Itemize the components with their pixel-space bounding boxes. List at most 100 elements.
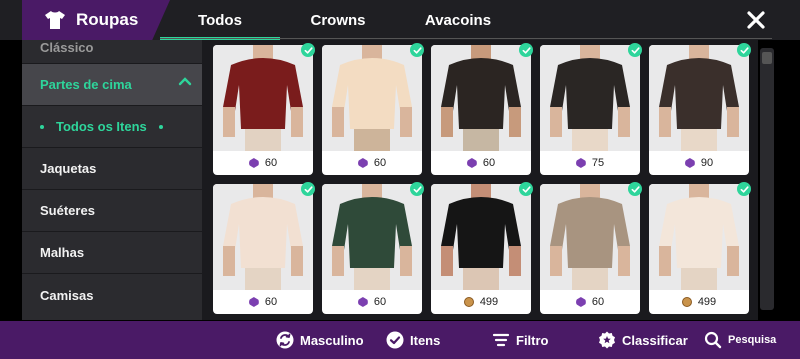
check-circle-icon [386,331,404,349]
owned-check-icon [301,182,315,196]
torso-icon [332,184,412,290]
crown-icon [684,158,695,168]
price-value: 499 [479,296,499,308]
tab-label: Todos [198,11,242,29]
torso-icon [659,45,739,151]
sidebar-item-camisas[interactable]: Camisas [22,274,202,316]
avacoin-icon [681,297,692,307]
torso-icon [659,184,739,290]
owned-check-icon [628,43,642,57]
filter-label: Filtro [516,332,549,348]
price-value: 60 [591,296,605,308]
clothing-item-card[interactable]: 60 [322,184,422,314]
bullet-dot [40,124,44,129]
torso-icon [550,45,630,151]
sidebar-item-label: Todos os Itens [56,119,147,134]
item-thumbnail [322,45,422,151]
search-button[interactable]: Pesquisa [704,330,776,350]
owned-check-icon [519,182,533,196]
item-price: 60 [322,154,422,172]
owned-check-icon [628,182,642,196]
price-value: 499 [697,296,717,308]
sidebar-item-jaquetas[interactable]: Jaquetas [22,148,202,190]
owned-check-icon [410,182,424,196]
filter-button[interactable]: Filtro [492,330,549,350]
sidebar-item-todos-os-itens[interactable]: Todos os Itens [22,106,202,148]
item-thumbnail [322,184,422,290]
item-price: 90 [649,154,749,172]
price-value: 90 [700,157,714,169]
item-thumbnail [649,45,749,151]
price-value: 60 [373,296,387,308]
scrollbar-track[interactable] [760,48,774,310]
tab-avacoins[interactable]: Avacoins [398,0,518,40]
sidebar-item-classico[interactable]: Clássico [22,40,202,64]
sidebar: Clássico Partes de cima Todos os Itens J… [22,40,202,320]
item-grid: 60 60 60 75 90 60 60 499 60 499 [202,40,758,320]
sidebar-category-partes-de-cima[interactable]: Partes de cima [22,64,202,106]
tab-label: Avacoins [424,11,492,29]
item-price: 60 [540,293,640,311]
chevron-up-icon [178,77,192,86]
clothing-item-card[interactable]: 60 [213,45,313,175]
category-title-text: Roupas [76,10,139,29]
clothing-item-card[interactable]: 60 [540,184,640,314]
sidebar-item-label: Clássico [40,40,94,55]
crown-icon [466,158,477,168]
crown-icon [248,158,259,168]
item-thumbnail [213,45,313,151]
clothing-item-card[interactable]: 60 [213,184,313,314]
owned-check-icon [737,43,751,57]
clothing-item-card[interactable]: 75 [540,45,640,175]
owned-check-icon [519,43,533,57]
tab-crowns[interactable]: Crowns [282,0,394,40]
sort-button[interactable]: Classificar [598,330,688,350]
sidebar-item-label: Camisas [40,287,94,303]
torso-icon [441,184,521,290]
scrollbar-thumb[interactable] [762,52,772,64]
clothing-item-card[interactable]: 499 [649,184,749,314]
bottom-toolbar: Masculino Itens Filtro Classificar Pesqu… [0,321,800,359]
search-icon [704,331,722,349]
item-price: 499 [649,293,749,311]
top-bar: Roupas Todos Crowns Avacoins [0,0,800,40]
torso-icon [441,45,521,151]
price-value: 60 [264,157,278,169]
clothing-item-card[interactable]: 60 [322,45,422,175]
torso-icon [223,184,303,290]
shirt-icon [45,11,65,29]
sidebar-item-malhas[interactable]: Malhas [22,232,202,274]
filter-icon [492,333,510,347]
items-filter-label: Itens [410,332,441,348]
tab-label: Crowns [310,11,366,29]
badge-star-icon [599,331,615,349]
crown-icon [357,297,368,307]
price-value: 60 [264,296,278,308]
clothing-item-card[interactable]: 60 [431,45,531,175]
sort-label: Classificar [622,332,688,348]
item-thumbnail [540,184,640,290]
avacoin-icon [463,297,474,307]
swap-gender-icon [276,331,294,349]
clothing-item-card[interactable]: 499 [431,184,531,314]
clothing-item-card[interactable]: 90 [649,45,749,175]
owned-check-icon [301,43,315,57]
items-filter-button[interactable]: Itens [386,330,440,350]
sidebar-item-sueteres[interactable]: Suéteres [22,190,202,232]
price-value: 60 [373,157,387,169]
gender-toggle-label: Masculino [300,332,364,348]
category-title: Roupas [22,0,170,40]
sidebar-item-label: Suéteres [40,203,95,218]
torso-icon [223,45,303,151]
gender-toggle-button[interactable]: Masculino [276,330,364,350]
price-value: 75 [591,157,605,169]
tab-divider [160,38,772,39]
owned-check-icon [737,182,751,196]
sidebar-item-label: Jaquetas [40,161,97,176]
crown-icon [357,158,368,168]
bullet-dot [158,124,163,129]
item-thumbnail [540,45,640,151]
tab-todos[interactable]: Todos [160,0,280,40]
item-thumbnail [649,184,749,290]
close-icon[interactable] [744,8,768,32]
